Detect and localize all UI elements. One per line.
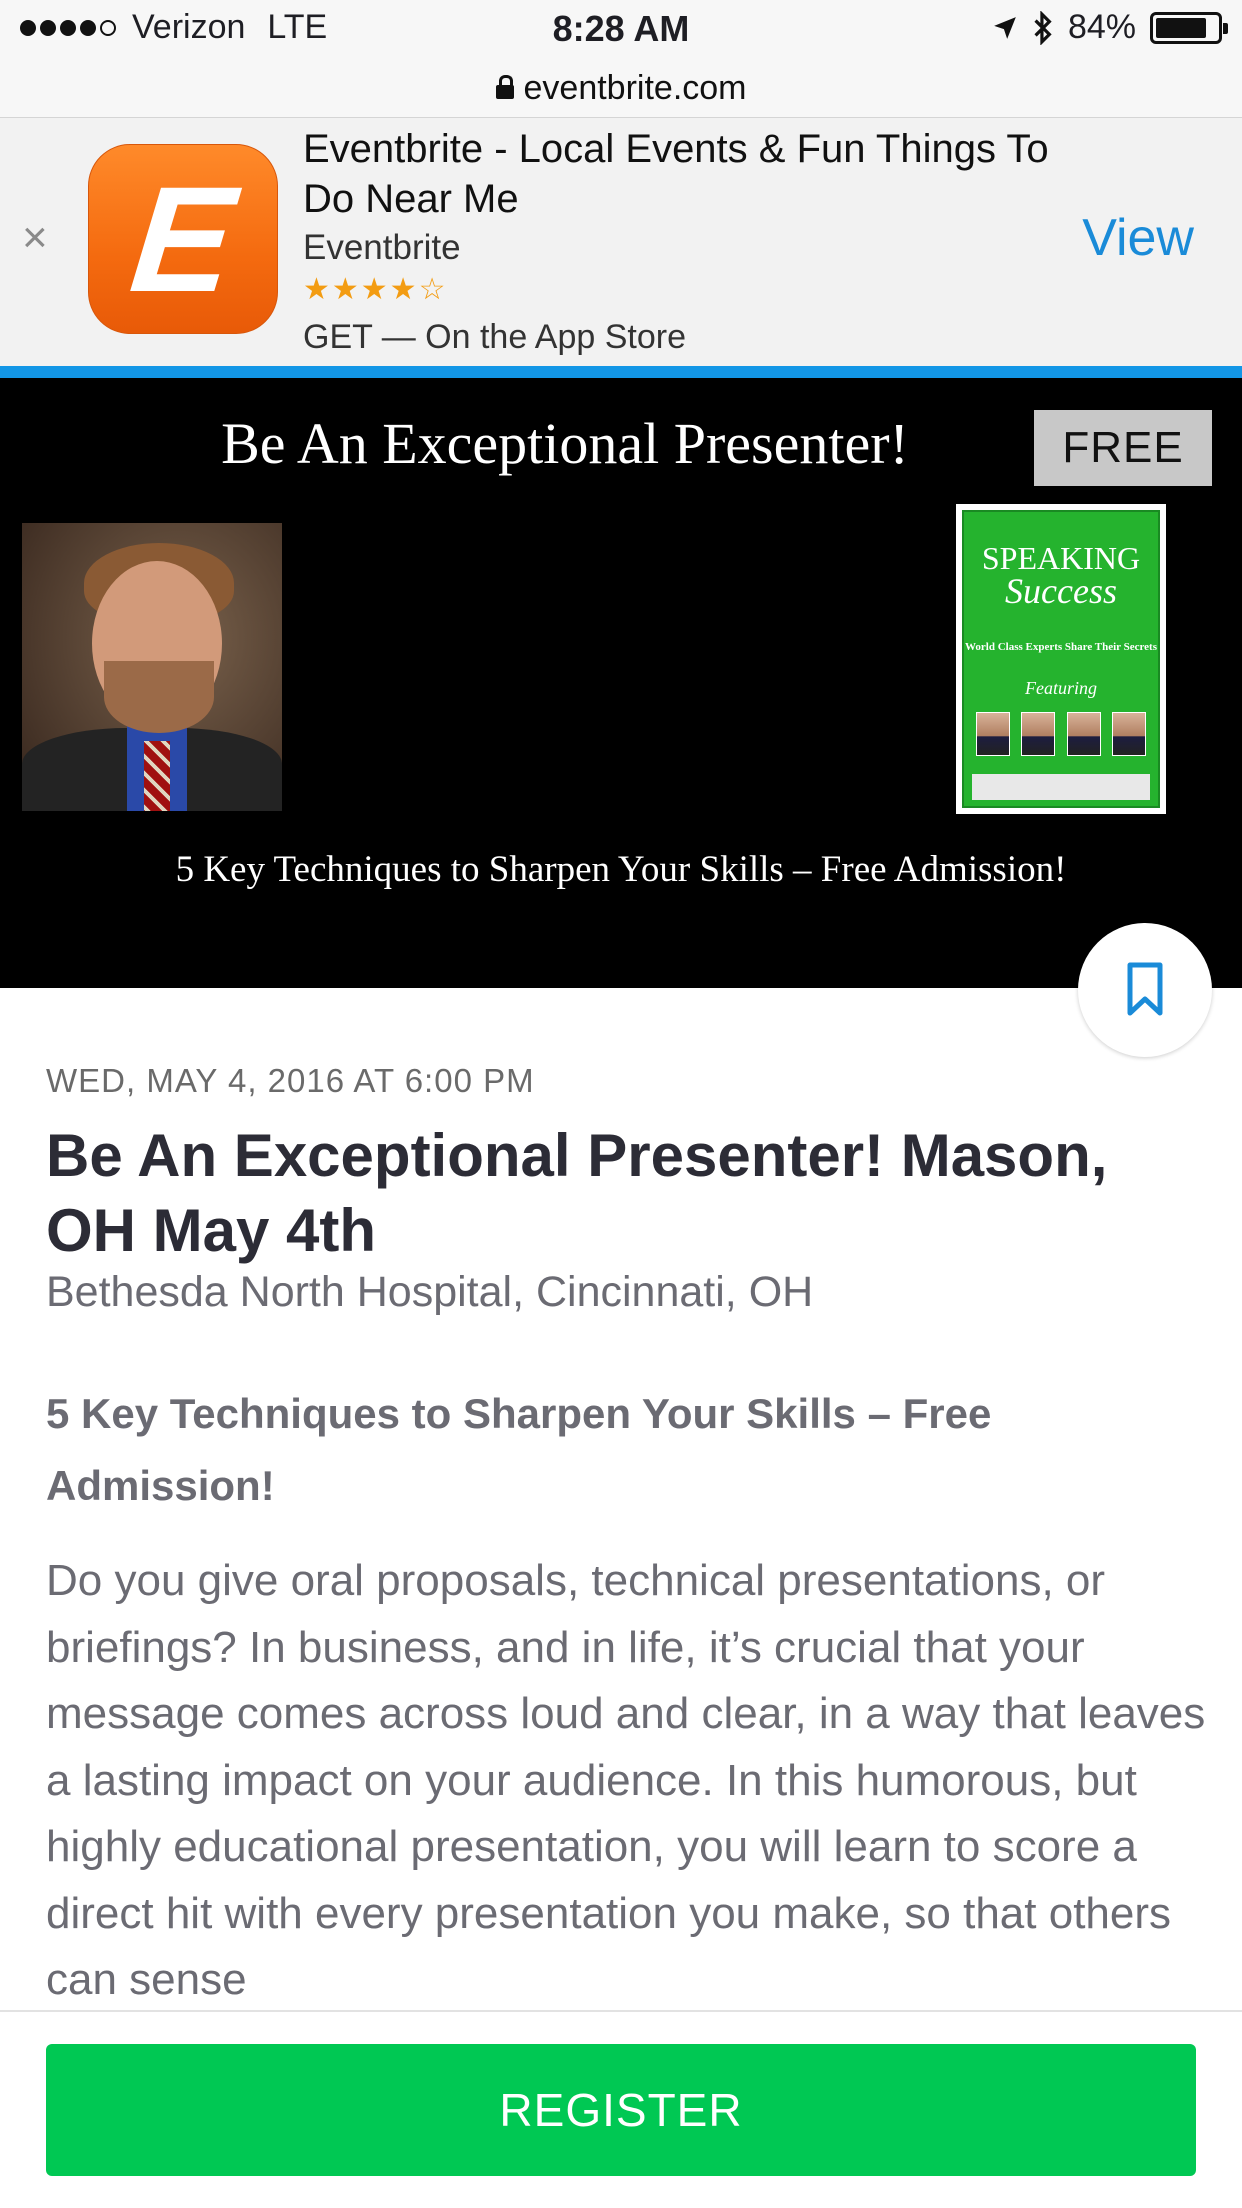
app-icon-letter: E xyxy=(124,155,242,323)
status-right: 84% xyxy=(992,8,1228,47)
event-title: Be An Exceptional Presenter! Mason, OH M… xyxy=(46,1122,1108,1264)
battery-icon xyxy=(1150,11,1228,44)
book-title-line2: Success xyxy=(1005,571,1117,611)
location-arrow-icon xyxy=(994,16,1016,39)
event-summary: 5 Key Techniques to Sharpen Your Skills … xyxy=(46,1390,992,1509)
book-featuring: Featuring xyxy=(1025,678,1097,698)
book-author-photos xyxy=(976,712,1146,756)
event-date: WED, MAY 4, 2016 AT 6:00 PM xyxy=(46,1062,535,1099)
presenter-photo xyxy=(22,523,282,811)
register-button[interactable]: REGISTER xyxy=(46,2044,1196,2176)
event-hero-image: Be An Exceptional Presenter! FREE SPEAKI… xyxy=(0,378,1242,988)
bookmark-button[interactable] xyxy=(1078,923,1212,1057)
app-store-banner: × E Eventbrite - Local Events & Fun Thin… xyxy=(0,118,1242,366)
app-title: Eventbrite - Local Events & Fun Things T… xyxy=(303,127,1049,221)
eventbrite-app-icon[interactable]: E xyxy=(88,144,278,334)
register-bar: REGISTER xyxy=(0,2010,1242,2208)
app-developer: Eventbrite xyxy=(303,228,461,267)
bluetooth-icon xyxy=(1034,10,1052,45)
book-cover: SPEAKING Success World Class Experts Sha… xyxy=(956,504,1166,814)
battery-percent: 84% xyxy=(1067,8,1136,46)
banner-divider xyxy=(0,366,1242,378)
url-bar[interactable]: eventbrite.com xyxy=(0,60,1242,118)
book-footer xyxy=(972,774,1150,800)
book-tagline: World Class Experts Share Their Secrets xyxy=(965,641,1157,653)
event-venue[interactable]: Bethesda North Hospital, Cincinnati, OH xyxy=(46,1268,813,1317)
hero-title: Be An Exceptional Presenter! xyxy=(221,411,909,476)
free-badge: FREE xyxy=(1034,410,1212,486)
lock-icon xyxy=(495,74,514,99)
view-button[interactable]: View xyxy=(1082,208,1194,268)
event-description: Do you give oral proposals, technical pr… xyxy=(46,1556,1206,2004)
close-icon[interactable]: × xyxy=(22,216,48,260)
url-domain[interactable]: eventbrite.com xyxy=(524,69,747,108)
app-store-get-label: GET — On the App Store xyxy=(303,318,687,356)
status-bar: Verizon LTE 8:28 AM 84% xyxy=(0,0,1242,60)
bookmark-icon xyxy=(1127,962,1163,1016)
star-rating: ★★★★☆ xyxy=(303,273,448,306)
hero-subtitle: 5 Key Techniques to Sharpen Your Skills … xyxy=(175,849,1067,890)
